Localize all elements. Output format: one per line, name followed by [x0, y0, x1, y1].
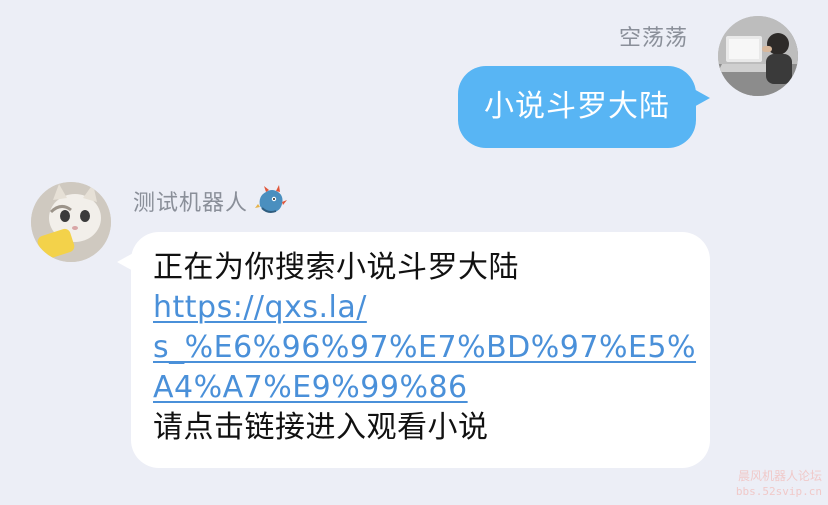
- bot-avatar-image: [31, 182, 111, 262]
- bot-avatar-icon[interactable]: [31, 182, 111, 262]
- dragon-badge-icon: [254, 184, 288, 218]
- watermark-url: bbs.52svip.cn: [735, 485, 822, 498]
- novel-link-line-2[interactable]: s_%E6%96%97%E7%BD%97%E5%: [153, 328, 696, 368]
- outgoing-message-bubble[interactable]: 小说斗罗大陆: [458, 66, 696, 148]
- message-outro-text: 请点击链接进入观看小说: [153, 410, 489, 445]
- user-avatar-image: [718, 16, 798, 96]
- outgoing-bubble-tail: [692, 88, 710, 108]
- watermark-title: 晨风机器人论坛: [737, 469, 822, 483]
- novel-link-line-3[interactable]: A4%A7%E9%99%86: [153, 368, 688, 408]
- novel-link-line-1[interactable]: https://qxs.la/: [153, 288, 688, 328]
- incoming-sender-name: 测试机器人: [133, 191, 249, 216]
- message-intro-text: 正在为你搜索小说斗罗大陆: [153, 250, 519, 285]
- user-avatar-icon[interactable]: [718, 16, 798, 96]
- outgoing-sender-name: 空荡荡: [618, 26, 688, 51]
- forum-watermark: 晨风机器人论坛 bbs.52svip.cn: [736, 469, 822, 499]
- incoming-message-bubble: 正在为你搜索小说斗罗大陆 https://qxs.la/ s_%E6%96%97…: [131, 232, 710, 468]
- incoming-sender-row: 测试机器人: [133, 184, 288, 218]
